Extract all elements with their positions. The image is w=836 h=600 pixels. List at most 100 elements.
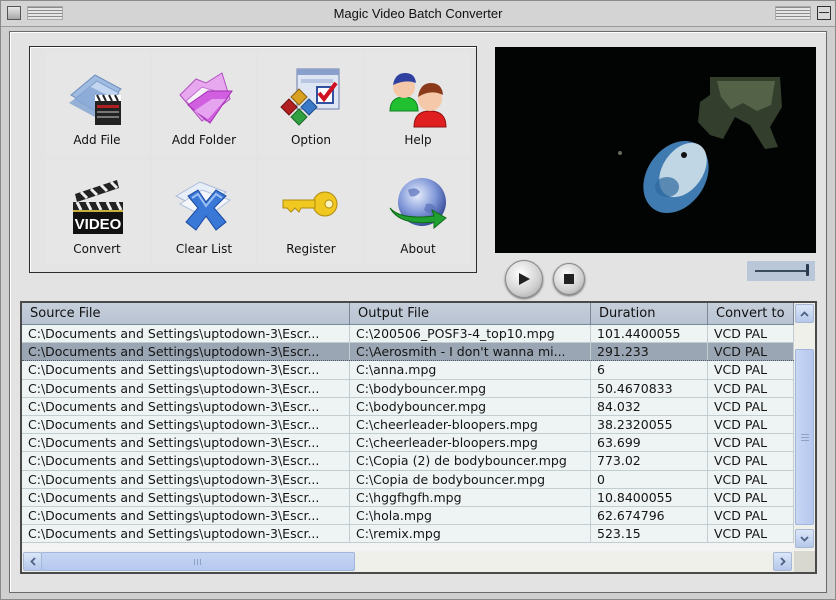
convert-to-cell: VCD PAL xyxy=(708,488,794,506)
stop-icon xyxy=(564,274,574,284)
output-file-cell: C:\Aerosmith - I don't wanna mi... xyxy=(350,343,591,361)
table-row[interactable]: C:\Documents and Settings\uptodown-3\Esc… xyxy=(22,506,794,526)
help-button[interactable]: Help xyxy=(366,51,470,155)
title-bar[interactable]: Magic Video Batch Converter xyxy=(1,1,835,27)
video-clapperboard-icon: VIDEO xyxy=(73,180,123,234)
duration-cell: 63.699 xyxy=(591,434,708,452)
thumb-grip xyxy=(801,434,809,441)
play-button[interactable] xyxy=(505,260,543,298)
source-file-cell: C:\Documents and Settings\uptodown-3\Esc… xyxy=(22,488,350,506)
output-file-cell: C:\200506_POSF3-4_top10.mpg xyxy=(350,325,591,343)
convert-to-cell: VCD PAL xyxy=(708,361,794,379)
table-row[interactable]: C:\Documents and Settings\uptodown-3\Esc… xyxy=(22,525,794,544)
table-row[interactable]: C:\Documents and Settings\uptodown-3\Esc… xyxy=(22,343,794,362)
convert-label: Convert xyxy=(73,242,121,256)
column-header-output-file[interactable]: Output File xyxy=(350,303,591,325)
convert-to-cell: VCD PAL xyxy=(708,415,794,434)
scroll-up-button[interactable] xyxy=(795,304,814,323)
duration-cell: 84.032 xyxy=(591,397,708,415)
source-file-cell: C:\Documents and Settings\uptodown-3\Esc… xyxy=(22,470,350,488)
scrollbar-corner xyxy=(794,551,815,572)
title-grip-right xyxy=(775,6,811,20)
output-file-cell: C:\anna.mpg xyxy=(350,361,591,379)
folder-clapperboard-icon xyxy=(69,74,122,125)
table-body: C:\Documents and Settings\uptodown-3\Esc… xyxy=(22,325,794,544)
source-file-cell: C:\Documents and Settings\uptodown-3\Esc… xyxy=(22,525,350,543)
table-header: Source File Output File Duration Convert… xyxy=(22,303,794,325)
table-row[interactable]: C:\Documents and Settings\uptodown-3\Esc… xyxy=(22,361,794,380)
duration-cell: 62.674796 xyxy=(591,506,708,525)
horizontal-scroll-thumb[interactable] xyxy=(41,552,355,571)
duration-cell: 291.233 xyxy=(591,343,708,361)
table-row[interactable]: C:\Documents and Settings\uptodown-3\Esc… xyxy=(22,325,794,344)
table-row[interactable]: C:\Documents and Settings\uptodown-3\Esc… xyxy=(22,452,794,471)
source-file-cell: C:\Documents and Settings\uptodown-3\Esc… xyxy=(22,325,350,343)
source-file-cell: C:\Documents and Settings\uptodown-3\Esc… xyxy=(22,343,350,361)
add-file-button[interactable]: Add File xyxy=(45,51,149,155)
globe-arrow-icon xyxy=(389,178,447,230)
volume-slider[interactable] xyxy=(747,261,815,281)
users-icon xyxy=(389,73,447,128)
chevron-left-icon xyxy=(29,557,36,566)
output-file-cell: C:\bodybouncer.mpg xyxy=(350,379,591,397)
svg-text:VIDEO: VIDEO xyxy=(75,216,122,233)
option-label: Option xyxy=(290,133,332,147)
clear-x-icon xyxy=(174,181,232,231)
output-file-cell: C:\bodybouncer.mpg xyxy=(350,397,591,415)
add-file-label: Add File xyxy=(73,133,121,147)
scroll-right-button[interactable] xyxy=(773,552,792,571)
output-file-cell: C:\cheerleader-bloopers.mpg xyxy=(350,434,591,452)
register-button[interactable]: Register xyxy=(259,160,363,264)
vertical-scroll-thumb[interactable] xyxy=(795,349,814,525)
about-button[interactable]: About xyxy=(366,160,470,264)
toolbar-panel: Add File Add Folder Option Help VIDEO Co… xyxy=(29,46,477,273)
convert-to-cell: VCD PAL xyxy=(708,434,794,452)
vertical-scrollbar[interactable] xyxy=(794,303,815,550)
duration-cell: 773.02 xyxy=(591,452,708,470)
duration-cell: 523.15 xyxy=(591,525,708,543)
duration-cell: 50.4670833 xyxy=(591,379,708,397)
zoom-box-icon[interactable] xyxy=(817,6,831,20)
options-checkbox-icon xyxy=(280,68,340,126)
table-row[interactable]: C:\Documents and Settings\uptodown-3\Esc… xyxy=(22,397,794,416)
source-file-cell: C:\Documents and Settings\uptodown-3\Esc… xyxy=(22,379,350,397)
register-label: Register xyxy=(286,242,336,256)
option-button[interactable]: Option xyxy=(259,51,363,155)
table-row[interactable]: C:\Documents and Settings\uptodown-3\Esc… xyxy=(22,415,794,435)
convert-to-cell: VCD PAL xyxy=(708,470,794,488)
scroll-down-button[interactable] xyxy=(795,529,814,548)
convert-to-cell: VCD PAL xyxy=(708,379,794,397)
key-icon xyxy=(282,191,338,217)
table-row[interactable]: C:\Documents and Settings\uptodown-3\Esc… xyxy=(22,488,794,507)
play-icon xyxy=(519,273,530,285)
clear-list-label: Clear List xyxy=(175,242,233,256)
video-preview[interactable] xyxy=(495,47,816,253)
source-file-cell: C:\Documents and Settings\uptodown-3\Esc… xyxy=(22,506,350,525)
volume-track xyxy=(755,270,807,272)
output-file-cell: C:\Copia (2) de bodybouncer.mpg xyxy=(350,452,591,470)
source-file-cell: C:\Documents and Settings\uptodown-3\Esc… xyxy=(22,415,350,434)
convert-to-cell: VCD PAL xyxy=(708,525,794,543)
file-list-table: Source File Output File Duration Convert… xyxy=(20,301,817,574)
table-row[interactable]: C:\Documents and Settings\uptodown-3\Esc… xyxy=(22,434,794,453)
convert-button[interactable]: VIDEO Convert xyxy=(45,160,149,264)
source-file-cell: C:\Documents and Settings\uptodown-3\Esc… xyxy=(22,452,350,470)
table-row[interactable]: C:\Documents and Settings\uptodown-3\Esc… xyxy=(22,379,794,398)
column-header-duration[interactable]: Duration xyxy=(591,303,708,325)
horizontal-scrollbar[interactable] xyxy=(22,551,794,572)
column-header-source-file[interactable]: Source File xyxy=(22,303,350,325)
add-folder-button[interactable]: Add Folder xyxy=(152,51,256,155)
app-window: Magic Video Batch Converter Add File Add… xyxy=(0,0,836,600)
output-file-cell: C:\remix.mpg xyxy=(350,525,591,543)
column-header-convert-to[interactable]: Convert to xyxy=(708,303,794,325)
main-panel: Add File Add Folder Option Help VIDEO Co… xyxy=(9,31,827,593)
duration-cell: 10.8400055 xyxy=(591,488,708,506)
stop-button[interactable] xyxy=(553,263,585,295)
chevron-up-icon xyxy=(800,310,809,317)
volume-thumb[interactable] xyxy=(806,264,809,276)
scroll-left-button[interactable] xyxy=(23,552,42,571)
clear-list-button[interactable]: Clear List xyxy=(152,160,256,264)
table-row[interactable]: C:\Documents and Settings\uptodown-3\Esc… xyxy=(22,470,794,489)
window-title: Magic Video Batch Converter xyxy=(333,6,503,21)
thumb-grip xyxy=(194,559,202,565)
